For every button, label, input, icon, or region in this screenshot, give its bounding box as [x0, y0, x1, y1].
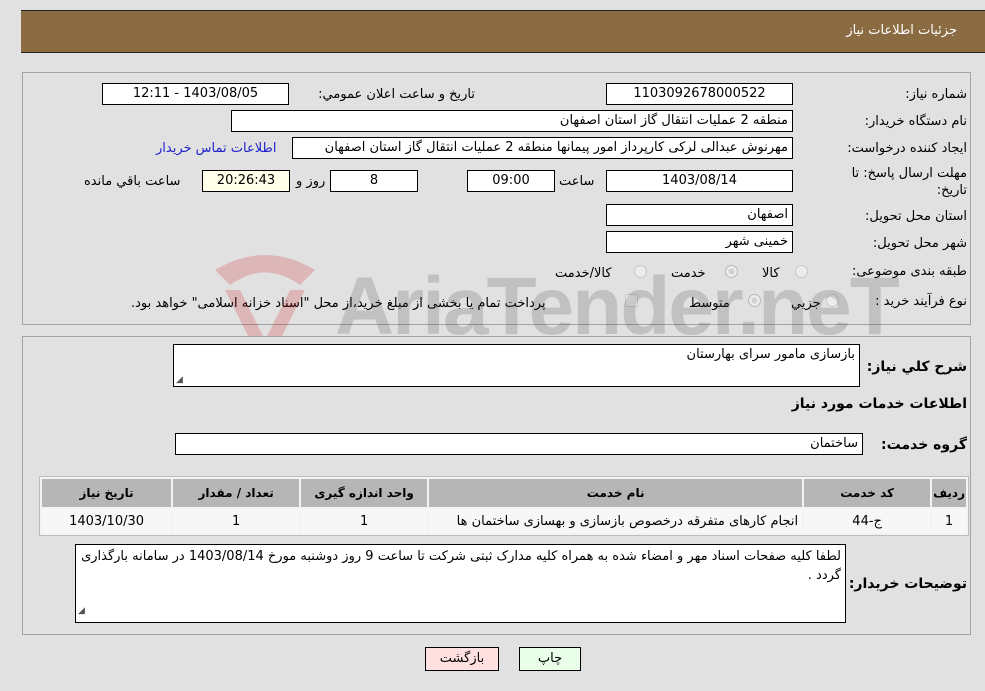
category-radio-goods[interactable] [795, 265, 808, 278]
resize-grip-icon[interactable]: ◢ [78, 602, 85, 621]
deadline-time-field: 09:00 [467, 170, 555, 192]
category-radio-service[interactable] [725, 265, 738, 278]
services-table-wrap: ردیف کد خدمت نام خدمت واحد اندازه گیری ت… [39, 476, 969, 536]
description-text: بازسازی مامور سرای بهارستان [686, 347, 855, 362]
col-need-date: تاریخ نیاز [42, 479, 172, 507]
table-row: 1 ج-44 انجام کارهای متفرقه درخصوص بازساز… [42, 509, 966, 533]
buyer-notes-text: لطفا کلیه صفحات اسناد مهر و امضاء شده به… [81, 549, 841, 583]
col-service-name: نام خدمت [429, 479, 803, 507]
deadline-date-field: 1403/08/14 [606, 170, 793, 192]
deadline-label: مهلت ارسال پاسخ: تا تاریخ: [851, 166, 967, 198]
col-service-code: کد خدمت [804, 479, 931, 507]
back-button[interactable]: بازگشت [425, 647, 499, 671]
time-remaining-label: ساعت باقي مانده [84, 174, 181, 189]
buyer-org-field: منطقه 2 عملیات انتقال گاز استان اصفهان [231, 110, 793, 132]
service-group-field: ساختمان [175, 433, 863, 455]
buyer-notes-label: توضیحات خریدار: [848, 576, 967, 592]
deadline-time-label: ساعت [559, 174, 595, 189]
col-unit: واحد اندازه گیری [301, 479, 428, 507]
buyer-contact-link[interactable]: اطلاعات تماس خریدار [156, 141, 276, 156]
category-option-goods-service: کالا/خدمت [555, 266, 612, 281]
cell-unit: 1 [301, 509, 428, 533]
cell-service-code: ج-44 [804, 509, 931, 533]
services-section-title: اطلاعات خدمات مورد نیاز [791, 396, 967, 412]
days-remaining-field: 8 [330, 170, 418, 192]
col-row-number: ردیف [932, 479, 966, 507]
cell-need-date: 1403/10/30 [42, 509, 172, 533]
treasury-note: پرداخت تمام یا بخشی از مبلغ خرید،از محل … [131, 296, 546, 311]
print-button[interactable]: چاپ [519, 647, 581, 671]
treasury-checkbox[interactable] [625, 294, 638, 307]
category-option-service: خدمت [671, 266, 706, 281]
process-radio-medium[interactable] [748, 294, 761, 307]
category-radio-goods-service[interactable] [634, 265, 647, 278]
services-table: ردیف کد خدمت نام خدمت واحد اندازه گیری ت… [39, 476, 969, 536]
time-remaining-field: 20:26:43 [202, 170, 290, 192]
buyer-org-label: نام دستگاه خریدار: [864, 114, 967, 129]
announce-datetime-label: تاریخ و ساعت اعلان عمومي: [318, 87, 475, 102]
need-number-field: 1103092678000522 [606, 83, 793, 105]
description-textarea[interactable]: بازسازی مامور سرای بهارستان ◢ [173, 344, 860, 387]
process-option-minor: جزیي [791, 296, 821, 311]
city-field: خمینی شهر [606, 231, 793, 253]
service-group-label: گروه خدمت: [881, 437, 967, 453]
city-label: شهر محل تحویل: [872, 236, 967, 251]
province-label: استان محل تحویل: [865, 209, 967, 224]
buyer-notes-textarea[interactable]: لطفا کلیه صفحات اسناد مهر و امضاء شده به… [75, 544, 846, 623]
page-header: جزئیات اطلاعات نیاز [21, 10, 985, 53]
purchase-process-label: نوع فرآیند خرید : [875, 294, 967, 309]
page-title: جزئیات اطلاعات نیاز [846, 23, 957, 38]
cell-quantity: 1 [173, 509, 300, 533]
cell-service-name: انجام کارهای متفرقه درخصوص بازسازی و بهس… [429, 509, 803, 533]
days-label: روز و [296, 174, 326, 189]
process-radio-minor[interactable] [826, 294, 839, 307]
process-option-medium: متوسط [689, 296, 730, 311]
resize-grip-icon[interactable]: ◢ [176, 375, 183, 385]
description-label: شرح كلي نياز: [866, 359, 967, 375]
cell-row-number: 1 [932, 509, 966, 533]
province-field: اصفهان [606, 204, 793, 226]
requester-label: ایجاد کننده درخواست: [847, 141, 967, 156]
requester-field: مهرنوش عبدالی لرکی کارپرداز امور پیمانها… [292, 137, 793, 159]
table-header-row: ردیف کد خدمت نام خدمت واحد اندازه گیری ت… [42, 479, 966, 507]
category-label: طبقه بندی موضوعی: [851, 264, 967, 279]
need-number-label: شماره نیاز: [905, 87, 967, 102]
announce-datetime-field: 1403/08/05 - 12:11 [102, 83, 289, 105]
category-option-goods: کالا [762, 266, 780, 281]
col-quantity: تعداد / مقدار [173, 479, 300, 507]
